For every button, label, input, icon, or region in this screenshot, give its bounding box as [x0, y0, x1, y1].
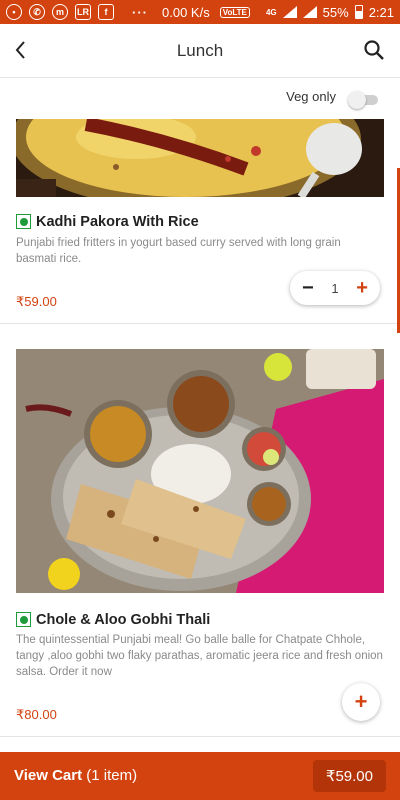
- item-name: Kadhi Pakora With Rice: [36, 214, 199, 230]
- signal-icon: [282, 6, 297, 18]
- quantity-stepper: − 1 +: [290, 271, 380, 305]
- view-cart-text: View Cart: [14, 767, 83, 784]
- cart-total-badge[interactable]: ₹59.00: [312, 760, 386, 792]
- increment-button[interactable]: +: [356, 278, 368, 298]
- whatsapp-icon: ✆: [29, 4, 45, 20]
- divider: [0, 736, 400, 737]
- item-description: Punjabi fried fritters in yogurt based c…: [16, 237, 341, 265]
- more-notifications-icon: ···: [132, 4, 148, 20]
- battery-level: 55%: [322, 4, 349, 20]
- veg-only-toggle[interactable]: [348, 91, 380, 109]
- clock: 2:21: [368, 4, 394, 20]
- item-price: ₹59.00: [16, 294, 57, 309]
- view-cart-bar[interactable]: View Cart (1 item) ₹59.00: [0, 752, 400, 800]
- item-photo: [16, 349, 384, 593]
- network-speed: 0.00 K/s: [162, 4, 210, 20]
- page-title: Lunch: [176, 41, 224, 60]
- status-bar: • ✆ m LR f ··· 0.00 K/s VoLTE 4G 55% 2:2…: [0, 0, 400, 24]
- app-header: Lunch: [0, 24, 400, 78]
- quantity-value: 1: [331, 280, 339, 296]
- add-button[interactable]: +: [342, 683, 380, 721]
- item-description: The quintessential Punjabi meal! Go ball…: [16, 634, 383, 678]
- veg-only-label: Veg only: [286, 89, 336, 104]
- item-price: ₹80.00: [16, 707, 57, 722]
- veg-indicator-icon: [16, 214, 31, 229]
- network-type: 4G: [265, 7, 277, 17]
- search-icon[interactable]: [362, 38, 386, 62]
- item-name: Chole & Aloo Gobhi Thali: [36, 612, 211, 628]
- facebook-icon: f: [98, 4, 114, 20]
- messenger-icon: m: [52, 4, 68, 20]
- item-photo: [16, 119, 384, 197]
- lr-icon: LR: [75, 4, 91, 20]
- veg-filter-bar: Veg only: [0, 79, 400, 119]
- veg-indicator-icon: [16, 612, 31, 627]
- view-cart-label[interactable]: View Cart (1 item): [14, 767, 137, 784]
- chat-bubble-icon: •: [6, 4, 22, 20]
- signal-icon-2: [302, 6, 317, 18]
- battery-icon: [354, 5, 363, 19]
- decrement-button[interactable]: −: [302, 278, 314, 298]
- cart-item-count: (1 item): [86, 767, 138, 784]
- divider: [0, 323, 400, 324]
- volte-badge: VoLTE: [219, 6, 250, 18]
